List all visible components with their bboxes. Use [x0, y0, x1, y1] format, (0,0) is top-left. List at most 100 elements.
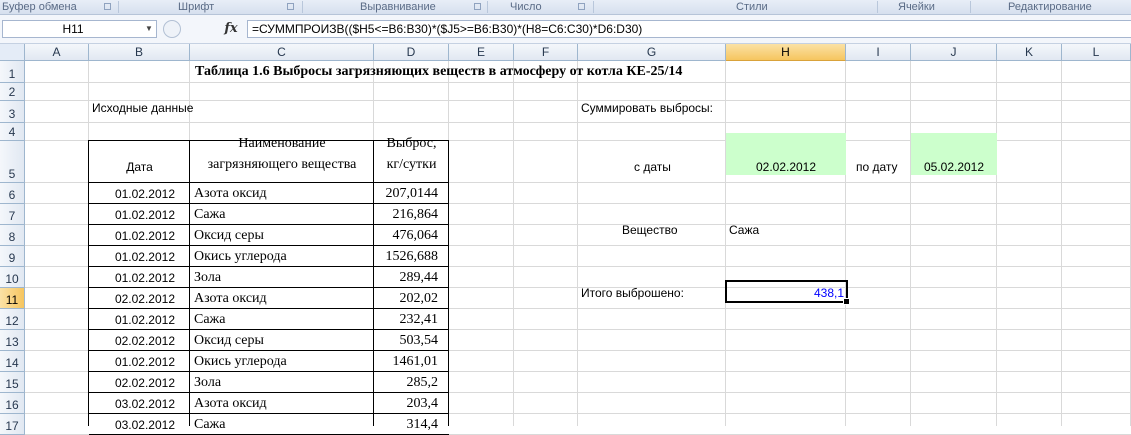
column-header[interactable]: H: [726, 44, 846, 61]
spreadsheet-grid[interactable]: ABCDEFGHIJKL 1 2 3 4 5 6 7 8 9 10 11 12 13 14 15 16 17 Т…: [0, 44, 1131, 435]
emission-cell[interactable]: 289,44: [374, 267, 439, 288]
date-cell[interactable]: 01.02.2012: [89, 185, 175, 204]
header-name-line2[interactable]: загрязняющего вещества: [190, 155, 374, 175]
font-launcher-icon[interactable]: [287, 3, 294, 10]
column-header[interactable]: E: [449, 44, 514, 61]
substance-cell[interactable]: Оксид серы: [194, 330, 264, 351]
date-cell[interactable]: 01.02.2012: [89, 206, 175, 225]
emission-cell[interactable]: 207,0144: [374, 183, 439, 204]
row-header[interactable]: 3: [0, 101, 25, 123]
ribbon-group-number[interactable]: Число: [510, 0, 542, 14]
date-cell[interactable]: 02.02.2012: [89, 332, 175, 351]
table-border-horizontal: [89, 266, 449, 267]
date-cell[interactable]: 01.02.2012: [89, 248, 175, 267]
ribbon-group-cells[interactable]: Ячейки: [898, 0, 935, 14]
column-header[interactable]: C: [190, 44, 374, 61]
emission-cell[interactable]: 1526,688: [374, 246, 439, 267]
source-data-label[interactable]: Исходные данные: [92, 99, 193, 117]
date-cell[interactable]: 01.02.2012: [89, 311, 175, 330]
substance-cell[interactable]: Зола: [194, 372, 221, 393]
emission-cell[interactable]: 314,4: [374, 414, 439, 435]
alignment-launcher-icon[interactable]: [474, 3, 481, 10]
row-header[interactable]: 13: [0, 330, 25, 351]
ribbon-group-clipboard[interactable]: Буфер обмена: [2, 0, 77, 14]
substance-cell[interactable]: Сажа: [194, 309, 225, 330]
substance-cell[interactable]: Окись углерода: [194, 246, 287, 267]
substance-cell[interactable]: Азота оксид: [194, 183, 267, 204]
emission-cell[interactable]: 232,41: [374, 309, 439, 330]
active-cell-outline[interactable]: [725, 280, 848, 303]
row-header[interactable]: 10: [0, 267, 25, 288]
emission-cell[interactable]: 285,2: [374, 372, 439, 393]
substance-cell[interactable]: Сажа: [194, 204, 225, 225]
substance-cell[interactable]: Азота оксид: [194, 393, 267, 414]
fill-handle[interactable]: [843, 298, 850, 305]
name-box[interactable]: H11 ▼: [2, 20, 157, 38]
substance-value[interactable]: Сажа: [729, 221, 759, 239]
ribbon-group-styles[interactable]: Стили: [736, 0, 768, 14]
date-from-label[interactable]: с даты: [634, 158, 671, 176]
date-cell[interactable]: 01.02.2012: [89, 269, 175, 288]
emission-cell[interactable]: 203,4: [374, 393, 439, 414]
row-header[interactable]: 16: [0, 393, 25, 414]
substance-cell[interactable]: Зола: [194, 267, 221, 288]
row-header[interactable]: 8: [0, 225, 25, 246]
column-header[interactable]: B: [89, 44, 190, 61]
select-all-button[interactable]: [0, 44, 25, 61]
emission-cell[interactable]: 476,064: [374, 225, 439, 246]
row-header[interactable]: 9: [0, 246, 25, 267]
row-header[interactable]: 15: [0, 372, 25, 393]
chevron-down-icon[interactable]: ▼: [144, 21, 154, 37]
column-header[interactable]: J: [911, 44, 997, 61]
date-to-label[interactable]: по дату: [856, 158, 898, 176]
row-header[interactable]: 4: [0, 123, 25, 141]
total-label[interactable]: Итого выброшено:: [581, 284, 684, 302]
row-header[interactable]: 1: [0, 61, 25, 83]
row-header[interactable]: 7: [0, 204, 25, 225]
formula-input[interactable]: =СУММПРОИЗВ(($H5<=B6:B30)*($J5>=B6:B30)*…: [247, 20, 1131, 38]
column-header[interactable]: L: [1062, 44, 1131, 61]
row-header[interactable]: 11: [0, 288, 25, 309]
date-to-value[interactable]: 05.02.2012: [911, 158, 997, 176]
header-emission-line2[interactable]: кг/сутки: [374, 155, 449, 175]
header-name-line1[interactable]: Наименование: [190, 134, 374, 154]
header-date[interactable]: Дата: [89, 158, 190, 176]
column-header[interactable]: K: [997, 44, 1062, 61]
row-header[interactable]: 2: [0, 83, 25, 101]
sheet-title[interactable]: Таблица 1.6 Выбросы загрязняющих веществ…: [195, 62, 682, 82]
substance-label[interactable]: Вещество: [622, 221, 678, 239]
row-header[interactable]: 6: [0, 183, 25, 204]
column-header[interactable]: G: [578, 44, 726, 61]
row-header[interactable]: 17: [0, 414, 25, 435]
column-header[interactable]: I: [846, 44, 911, 61]
column-header[interactable]: F: [514, 44, 578, 61]
emission-cell[interactable]: 503,54: [374, 330, 439, 351]
emission-cell[interactable]: 202,02: [374, 288, 439, 309]
clipboard-launcher-icon[interactable]: [104, 3, 111, 10]
substance-cell[interactable]: Оксид серы: [194, 225, 264, 246]
date-cell[interactable]: 02.02.2012: [89, 290, 175, 309]
emission-cell[interactable]: 216,864: [374, 204, 439, 225]
ribbon-group-font[interactable]: Шрифт: [178, 0, 214, 14]
summary-label[interactable]: Суммировать выбросы:: [581, 99, 713, 117]
row-header[interactable]: 5: [0, 141, 25, 183]
date-cell[interactable]: 02.02.2012: [89, 374, 175, 393]
ribbon-group-alignment[interactable]: Выравнивание: [360, 0, 436, 14]
ribbon-group-editing[interactable]: Редактирование: [1008, 0, 1092, 14]
substance-cell[interactable]: Окись углерода: [194, 351, 287, 372]
header-emission-line1[interactable]: Выброс,: [374, 134, 449, 154]
insert-function-icon[interactable]: fx: [222, 19, 240, 39]
column-header[interactable]: A: [25, 44, 89, 61]
date-cell[interactable]: 01.02.2012: [89, 353, 175, 372]
number-launcher-icon[interactable]: [578, 3, 585, 10]
column-header[interactable]: D: [374, 44, 449, 61]
date-cell[interactable]: 03.02.2012: [89, 395, 175, 414]
date-from-value[interactable]: 02.02.2012: [726, 158, 846, 176]
substance-cell[interactable]: Азота оксид: [194, 288, 267, 309]
substance-cell[interactable]: Сажа: [194, 414, 225, 435]
row-header[interactable]: 14: [0, 351, 25, 372]
emission-cell[interactable]: 1461,01: [374, 351, 439, 372]
formula-bar-splitter[interactable]: [163, 20, 181, 38]
date-cell[interactable]: 01.02.2012: [89, 227, 175, 246]
row-header[interactable]: 12: [0, 309, 25, 330]
